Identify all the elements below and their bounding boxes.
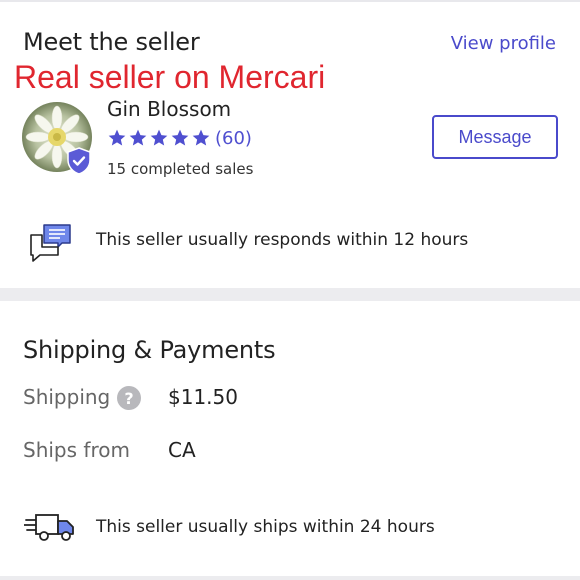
verified-shield-icon <box>67 147 91 175</box>
shipping-value: $11.50 <box>168 385 238 409</box>
view-profile-link[interactable]: View profile <box>451 33 556 54</box>
section-divider <box>0 288 580 301</box>
seller-rating[interactable]: (60) <box>107 126 252 150</box>
ships-from-value: CA <box>168 438 196 462</box>
seller-section-title: Meet the seller <box>23 28 200 56</box>
overlay-caption: Real seller on Mercari <box>14 59 326 95</box>
star-icon <box>150 129 168 146</box>
response-time-row: This seller usually responds within 12 h… <box>0 218 580 262</box>
ships-from-label: Ships from <box>23 438 130 462</box>
delivery-truck-icon <box>24 514 74 541</box>
star-icon <box>192 129 210 146</box>
help-icon[interactable]: ? <box>117 386 141 410</box>
shipping-label: Shipping <box>23 385 111 409</box>
message-button[interactable]: Message <box>432 115 558 159</box>
chat-bubbles-icon <box>30 224 71 262</box>
star-icon <box>108 129 126 146</box>
rating-count: (60) <box>215 127 252 149</box>
star-icon <box>171 129 189 146</box>
bottom-divider <box>0 576 580 580</box>
completed-sales: 15 completed sales <box>107 160 254 178</box>
ship-time-text: This seller usually ships within 24 hour… <box>96 517 435 537</box>
ship-time-row: This seller usually ships within 24 hour… <box>0 508 580 548</box>
seller-name[interactable]: Gin Blossom <box>107 97 231 121</box>
star-icon <box>129 129 147 146</box>
shipping-section-title: Shipping & Payments <box>23 336 276 364</box>
response-time-text: This seller usually responds within 12 h… <box>96 230 469 250</box>
